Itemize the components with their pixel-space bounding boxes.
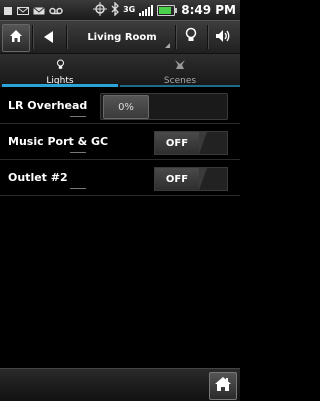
toggle-state: OFF [155,168,199,190]
divider [70,152,86,153]
power-toggle[interactable]: OFF [154,167,228,191]
gps-icon [93,1,108,20]
list-item: LR Overhead 0% [0,88,240,124]
divider [207,25,209,49]
status-bar: 3G 8:49 PM [0,0,240,21]
lights-button[interactable] [178,24,204,50]
house-button[interactable] [209,372,237,400]
tab-lights[interactable]: Lights [0,54,120,87]
device-name: Music Port & GC [8,135,109,148]
volume-icon [215,28,231,47]
divider [32,25,34,49]
volume-button[interactable] [210,24,236,50]
divider [66,25,68,49]
device-list: LR Overhead 0% Music Port & GC OFF Outle… [0,88,240,196]
back-button[interactable] [36,24,62,50]
notification-square-icon [3,1,13,20]
slider-knob[interactable]: 0% [103,95,149,119]
room-selector[interactable]: Living Room [70,24,174,50]
divider [70,188,86,189]
lightbulb-icon [185,27,197,47]
home-icon [8,28,24,48]
clock: 8:49 PM [181,3,236,17]
tab-scenes[interactable]: Scenes [120,54,240,87]
tab-label: Scenes [163,76,197,86]
tab-label: Lights [46,76,74,86]
mail-icon [33,1,45,20]
notification-icons [3,3,63,17]
tab-bar: Lights Scenes [0,54,240,87]
battery-icon [157,4,178,16]
back-arrow-icon [44,28,54,47]
voicemail-icon [49,1,63,20]
system-icons: 3G 8:49 PM [93,0,236,20]
list-item: Outlet #2 OFF [0,160,240,196]
lightbulb-icon [56,55,65,74]
toggle-edge [199,132,207,154]
header-bar: Living Room [0,21,240,54]
bluetooth-icon [111,0,120,20]
device-name: LR Overhead [8,99,88,112]
room-title: Living Room [87,31,157,43]
dropdown-corner-icon [165,43,170,48]
toggle-edge [199,168,207,190]
device-name: Outlet #2 [8,171,68,184]
house-icon [214,376,232,396]
scenes-icon [174,55,186,74]
divider [175,25,177,49]
bottom-bar [0,368,240,401]
toggle-state: OFF [155,132,199,154]
network-type: 3G [123,5,136,14]
power-toggle[interactable]: OFF [154,131,228,155]
dimmer-slider[interactable]: 0% [100,93,228,120]
list-item: Music Port & GC OFF [0,124,240,160]
signal-icon [139,4,154,16]
mail-icon [17,1,29,20]
home-button[interactable] [2,24,30,52]
divider [70,116,86,117]
